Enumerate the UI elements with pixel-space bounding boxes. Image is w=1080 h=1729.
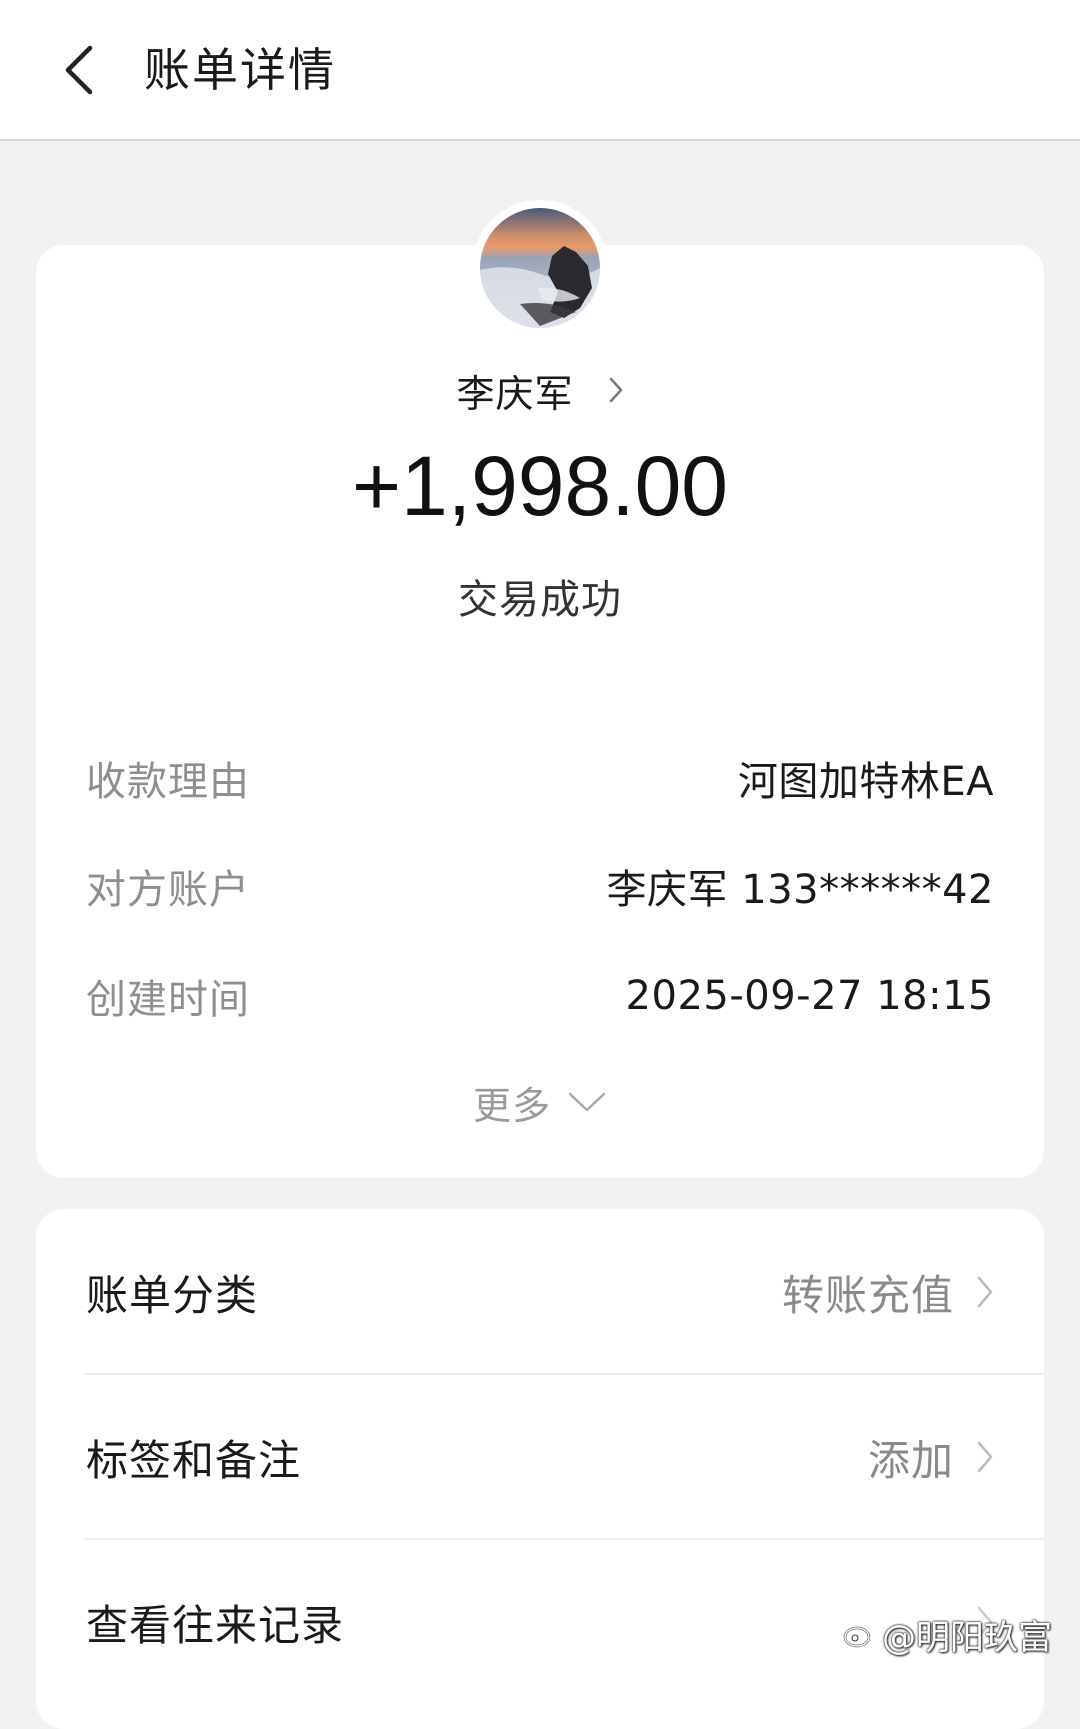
- payer-name: 李庆军: [456, 371, 574, 416]
- detail-row-reason: 收款理由 河图加特林EA: [86, 748, 994, 808]
- detail-row-time: 创建时间 2025-09-27 18:15: [86, 966, 994, 1026]
- list-right: 添加: [868, 1427, 994, 1488]
- detail-label: 对方账户: [86, 867, 250, 913]
- chevron-right-icon: [976, 1274, 994, 1310]
- detail-value: 河图加特林EA: [737, 759, 994, 805]
- weibo-icon: [842, 1619, 876, 1649]
- payer-avatar[interactable]: [472, 200, 608, 336]
- transaction-status: 交易成功: [458, 577, 622, 623]
- list-value: 添加: [867, 1435, 954, 1485]
- list-right: 转账充值: [782, 1262, 994, 1323]
- list-item-tags[interactable]: 标签和备注 添加: [86, 1417, 994, 1497]
- detail-value: 2025-09-27 18:15: [625, 973, 994, 1019]
- list-value: 转账充值: [781, 1270, 954, 1320]
- detail-label: 收款理由: [86, 759, 250, 805]
- chevron-left-icon: [65, 45, 93, 95]
- more-toggle[interactable]: 更多: [0, 1072, 1080, 1132]
- header-bar: 账单详情: [0, 0, 1080, 141]
- transaction-amount: +1,998.00: [351, 439, 729, 533]
- divider: [84, 1538, 1044, 1540]
- avatar-image: [480, 208, 600, 328]
- list-item-category[interactable]: 账单分类 转账充值: [86, 1252, 994, 1332]
- chevron-down-icon: [567, 1090, 607, 1114]
- divider: [84, 1373, 1044, 1375]
- watermark-text: @明阳玖富: [882, 1617, 1052, 1658]
- watermark: @明阳玖富: [842, 1604, 1052, 1664]
- chevron-right-icon: [608, 376, 624, 404]
- back-button[interactable]: [48, 38, 108, 102]
- list-label: 标签和备注: [86, 1435, 302, 1485]
- page-title: 账单详情: [144, 43, 336, 97]
- list-label: 账单分类: [86, 1270, 259, 1320]
- chevron-right-icon: [976, 1439, 994, 1475]
- detail-label: 创建时间: [86, 977, 250, 1023]
- detail-row-account: 对方账户 李庆军 133******42: [86, 856, 994, 916]
- detail-value: 李庆军 133******42: [606, 867, 994, 913]
- more-label: 更多: [472, 1083, 551, 1128]
- payer-link[interactable]: 李庆军: [0, 360, 1080, 420]
- list-label: 查看往来记录: [86, 1600, 345, 1650]
